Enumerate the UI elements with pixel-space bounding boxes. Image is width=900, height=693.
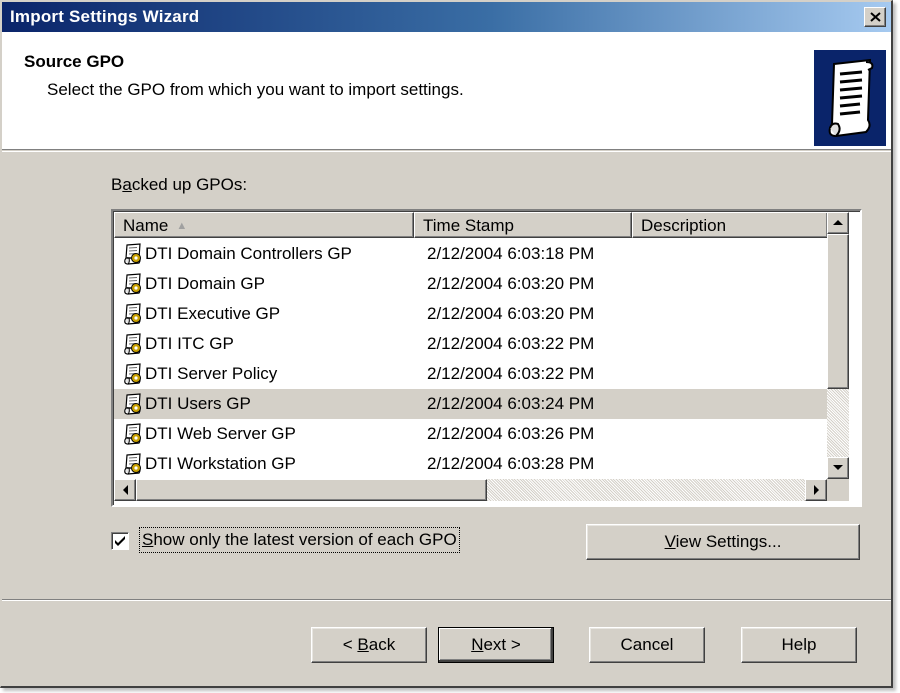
- row-timestamp: 2/12/2004 6:03:28 PM: [427, 454, 595, 473]
- help-button[interactable]: Help: [741, 627, 857, 663]
- gpo-scroll-icon: [122, 453, 144, 480]
- column-header-description[interactable]: Description: [632, 212, 828, 238]
- scroll-right-button[interactable]: [805, 479, 827, 501]
- close-icon: [870, 12, 881, 22]
- page-subtitle: Select the GPO from which you want to im…: [47, 80, 464, 99]
- scrollbar-corner: [827, 479, 849, 501]
- next-button[interactable]: Next >: [438, 627, 554, 663]
- horizontal-scrollbar[interactable]: [114, 479, 827, 501]
- row-name: DTI Server Policy: [145, 364, 278, 383]
- row-name: DTI ITC GP: [145, 334, 234, 353]
- latest-version-label[interactable]: Show only the latest version of each GPO: [139, 527, 460, 553]
- row-name: DTI Domain GP: [145, 274, 265, 293]
- gpo-scroll-icon: [122, 273, 144, 300]
- scroll-down-button[interactable]: [827, 457, 849, 479]
- row-timestamp: 2/12/2004 6:03:20 PM: [427, 304, 595, 323]
- back-button[interactable]: < Back: [311, 627, 427, 663]
- gpo-rows: DTI Domain Controllers GP 2/12/2004 6:03:…: [114, 239, 827, 479]
- close-button[interactable]: [864, 7, 886, 27]
- column-header-name[interactable]: Name ▲: [114, 212, 414, 238]
- scroll-icon: [814, 50, 886, 146]
- table-row[interactable]: DTI Server Policy 2/12/2004 6:03:22 PM: [114, 359, 827, 389]
- checkmark-icon: [115, 536, 125, 546]
- backed-up-gpos-label: Backed up GPOs:: [111, 175, 248, 194]
- table-row[interactable]: DTI ITC GP 2/12/2004 6:03:22 PM: [114, 329, 827, 359]
- table-row[interactable]: DTI Domain Controllers GP 2/12/2004 6:03:…: [114, 239, 827, 269]
- arrow-down-icon: [833, 465, 843, 470]
- row-name: DTI Web Server GP: [145, 424, 296, 443]
- gpo-scroll-icon: [122, 333, 144, 360]
- gpo-list[interactable]: Name ▲ Time Stamp Description DTI Domain …: [111, 209, 862, 507]
- sort-ascending-icon: ▲: [176, 220, 188, 232]
- row-timestamp: 2/12/2004 6:03:20 PM: [427, 274, 595, 293]
- row-timestamp: 2/12/2004 6:03:26 PM: [427, 424, 595, 443]
- wizard-header: Source GPO Select the GPO from which you…: [2, 32, 891, 150]
- gpo-scroll-icon: [122, 243, 144, 270]
- row-timestamp: 2/12/2004 6:03:22 PM: [427, 334, 595, 353]
- row-timestamp: 2/12/2004 6:03:18 PM: [427, 244, 595, 263]
- title-bar[interactable]: Import Settings Wizard: [2, 2, 891, 32]
- view-settings-button[interactable]: View Settings...: [586, 524, 860, 560]
- column-header-time-stamp[interactable]: Time Stamp: [414, 212, 632, 238]
- row-name: DTI Workstation GP: [145, 454, 296, 473]
- cancel-button[interactable]: Cancel: [589, 627, 705, 663]
- arrow-left-icon: [123, 485, 128, 495]
- gpo-scroll-icon: [122, 423, 144, 450]
- horizontal-scroll-thumb[interactable]: [136, 479, 487, 501]
- row-timestamp: 2/12/2004 6:03:22 PM: [427, 364, 595, 383]
- gpo-scroll-icon: [122, 363, 144, 390]
- vertical-scroll-thumb[interactable]: [827, 234, 849, 389]
- row-name: DTI Users GP: [145, 394, 251, 413]
- window-title: Import Settings Wizard: [10, 7, 200, 26]
- arrow-right-icon: [814, 485, 819, 495]
- table-row[interactable]: DTI Domain GP 2/12/2004 6:03:20 PM: [114, 269, 827, 299]
- page-title: Source GPO: [24, 52, 125, 71]
- wizard-window: Import Settings Wizard Source GPO Select…: [0, 0, 893, 688]
- row-name: DTI Executive GP: [145, 304, 281, 323]
- table-row[interactable]: DTI Workstation GP 2/12/2004 6:03:28 PM: [114, 449, 827, 479]
- gpo-scroll-icon: [122, 303, 144, 330]
- row-name: DTI Domain Controllers GP: [145, 244, 352, 263]
- latest-version-checkbox[interactable]: [111, 532, 129, 550]
- vertical-scrollbar[interactable]: [827, 212, 849, 479]
- arrow-up-icon: [833, 220, 843, 225]
- table-row[interactable]: DTI Users GP 2/12/2004 6:03:24 PM: [114, 389, 827, 419]
- row-timestamp: 2/12/2004 6:03:24 PM: [427, 394, 595, 413]
- scroll-left-button[interactable]: [114, 479, 136, 501]
- table-row[interactable]: DTI Executive GP 2/12/2004 6:03:20 PM: [114, 299, 827, 329]
- gpo-scroll-icon: [122, 393, 144, 420]
- table-row[interactable]: DTI Web Server GP 2/12/2004 6:03:26 PM: [114, 419, 827, 449]
- scroll-up-button[interactable]: [827, 212, 849, 234]
